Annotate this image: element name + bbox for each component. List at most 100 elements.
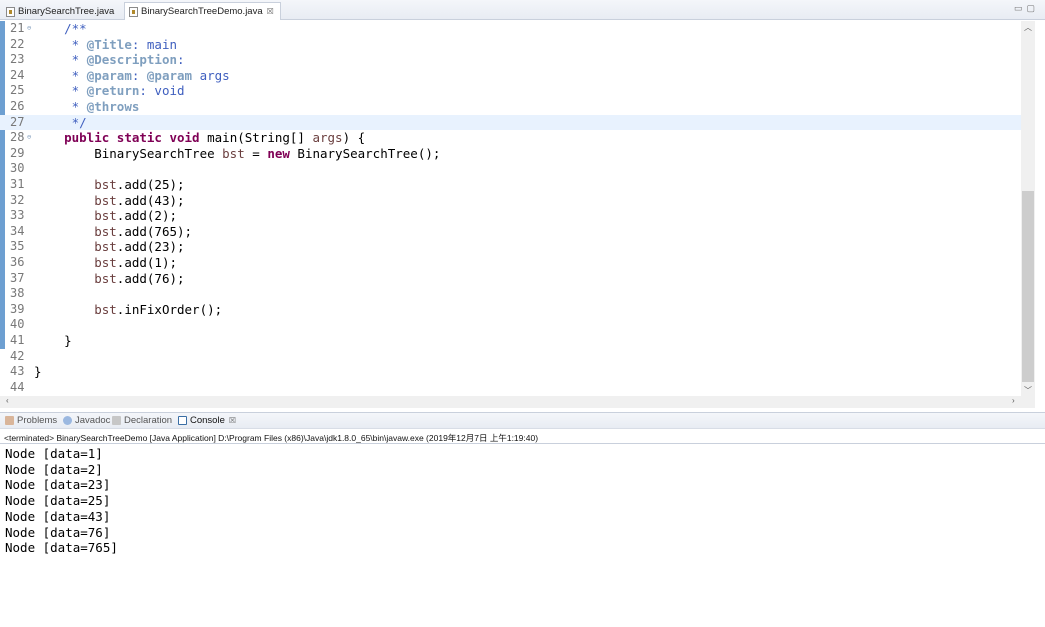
close-icon[interactable]: ☒ <box>229 416 236 425</box>
declaration-icon <box>112 416 121 425</box>
code-line[interactable]: 39 bst.inFixOrder(); <box>0 302 1021 318</box>
console-line: Node [data=25] <box>5 493 111 509</box>
line-number: 43 <box>10 364 25 379</box>
code-text: bst.add(1); <box>94 255 178 270</box>
line-number: 23 <box>10 52 25 67</box>
tab-label: Declaration <box>124 415 173 426</box>
fold-icon[interactable]: ⊖ <box>27 21 31 37</box>
problems-icon <box>5 416 14 425</box>
code-line[interactable]: 25 * @return: void <box>0 83 1021 99</box>
code-line[interactable]: 26 * @throws <box>0 99 1021 115</box>
code-text: } <box>34 333 72 348</box>
code-text: bst.add(2); <box>94 208 178 224</box>
code-line[interactable]: 28 ⊖ public static void main(String[] arg… <box>0 130 1021 146</box>
code-line[interactable]: 29 BinarySearchTree bst = new BinarySear… <box>0 146 1021 162</box>
javadoc-icon <box>63 416 72 425</box>
close-icon[interactable]: ☒ <box>267 7 274 16</box>
scroll-right-icon[interactable]: › <box>1012 396 1015 405</box>
window-controls[interactable]: ▭▢ <box>1014 3 1039 14</box>
java-file-icon <box>129 6 138 17</box>
line-number: 41 <box>10 333 25 347</box>
line-number: 33 <box>10 208 25 223</box>
tab-console[interactable]: Console ☒ <box>178 415 236 426</box>
code-text: * @param: @param args <box>34 67 230 83</box>
code-line[interactable]: 32 bst.add(43); <box>0 193 1021 209</box>
fold-icon[interactable]: ⊖ <box>27 130 31 146</box>
code-line[interactable]: 42 <box>0 349 1021 365</box>
scroll-up-icon[interactable]: ︿ <box>1024 22 1032 33</box>
console-line: Node [data=23] <box>5 477 111 493</box>
java-file-icon <box>6 6 15 17</box>
code-line[interactable]: 37 bst.add(76); <box>0 271 1021 287</box>
tab-problems[interactable]: Problems <box>5 415 57 426</box>
tab-binarysearchtree-java[interactable]: BinarySearchTree.java <box>2 3 120 20</box>
code-text: bst.inFixOrder(); <box>94 301 223 317</box>
vertical-scrollbar[interactable]: ︿ ﹀ <box>1021 21 1035 398</box>
line-number: 39 <box>10 301 25 316</box>
code-line[interactable]: 40 <box>0 317 1021 333</box>
maximize-icon[interactable]: ▢ <box>1026 3 1039 13</box>
code-line[interactable]: 31 bst.add(25); <box>0 177 1021 193</box>
code-line[interactable]: 44 <box>0 380 1021 396</box>
line-number: 44 <box>10 379 25 394</box>
line-number: 22 <box>10 36 25 51</box>
console-line: Node [data=765] <box>5 540 118 556</box>
scroll-down-icon[interactable]: ﹀ <box>1024 385 1032 396</box>
code-line[interactable]: 22 * @Title: main <box>0 37 1021 53</box>
line-number: 40 <box>10 317 25 332</box>
tab-declaration[interactable]: Declaration <box>112 415 172 426</box>
console-icon <box>178 416 187 425</box>
code-text: BinarySearchTree bst = new BinarySearchT… <box>34 145 441 161</box>
code-line[interactable]: 23 * @Description: <box>0 52 1021 68</box>
line-number: 30 <box>10 161 25 176</box>
tab-javadoc[interactable]: Javadoc <box>63 415 110 426</box>
tab-label: Problems <box>17 415 58 426</box>
code-text: bst.add(765); <box>94 223 193 239</box>
code-editor[interactable]: 21 ⊖ /** 22 * @Title: main 23 * @Descriptio… <box>0 21 1045 408</box>
code-line[interactable]: 24 * @param: @param args <box>0 68 1021 84</box>
line-number: 32 <box>10 192 25 207</box>
console-line: Node [data=1] <box>5 446 103 461</box>
code-line[interactable]: 34 bst.add(765); <box>0 224 1021 240</box>
code-line[interactable]: 41 } <box>0 333 1021 349</box>
code-line[interactable]: 21 ⊖ /** <box>0 21 1021 37</box>
tab-label: Javadoc <box>75 415 111 426</box>
divider <box>0 443 1045 444</box>
code-text: bst.add(43); <box>94 192 185 208</box>
panel-tab-bar: Problems Javadoc Declaration Console ☒ <box>0 412 1045 429</box>
code-text: * @Title: main <box>34 36 177 52</box>
code-line[interactable]: 30 <box>0 161 1021 177</box>
code-text: * @Description: <box>34 52 185 68</box>
code-line[interactable]: 33 bst.add(2); <box>0 208 1021 224</box>
code-line[interactable]: 38 <box>0 286 1021 302</box>
code-text: bst.add(25); <box>94 177 185 192</box>
code-text: } <box>34 364 42 380</box>
horizontal-scrollbar[interactable]: ‹ › <box>0 396 1035 408</box>
code-line[interactable]: 43} <box>0 364 1021 380</box>
scroll-thumb[interactable] <box>1022 191 1034 382</box>
code-text: * @throws <box>34 99 140 114</box>
tab-label: BinarySearchTree.java <box>18 6 115 17</box>
line-number: 38 <box>10 286 25 301</box>
tab-binarysearchtreedemo-java[interactable]: BinarySearchTreeDemo.java ☒ <box>124 2 281 20</box>
line-number: 35 <box>10 239 25 254</box>
code-text: /** <box>34 21 87 36</box>
line-number: 34 <box>10 223 25 238</box>
line-number: 37 <box>10 270 25 285</box>
line-number: 26 <box>10 99 25 113</box>
line-number: 42 <box>10 348 25 363</box>
line-number: 25 <box>10 83 25 98</box>
scroll-left-icon[interactable]: ‹ <box>6 396 9 405</box>
tab-label: BinarySearchTreeDemo.java <box>141 6 263 17</box>
code-text: * @return: void <box>34 83 185 99</box>
minimize-icon[interactable]: ▭ <box>1014 3 1027 13</box>
line-number: 27 <box>10 114 25 129</box>
code-line[interactable]: 36 bst.add(1); <box>0 255 1021 271</box>
code-text: public static void main(String[] args) { <box>64 130 366 146</box>
line-number: 31 <box>10 177 25 191</box>
code-line[interactable]: 27 */ <box>0 114 1021 131</box>
code-line[interactable]: 35 bst.add(23); <box>0 239 1021 255</box>
editor-tab-bar: BinarySearchTree.java BinarySearchTreeDe… <box>0 0 1045 20</box>
code-text: bst.add(23); <box>94 239 185 255</box>
line-number: 29 <box>10 145 25 160</box>
